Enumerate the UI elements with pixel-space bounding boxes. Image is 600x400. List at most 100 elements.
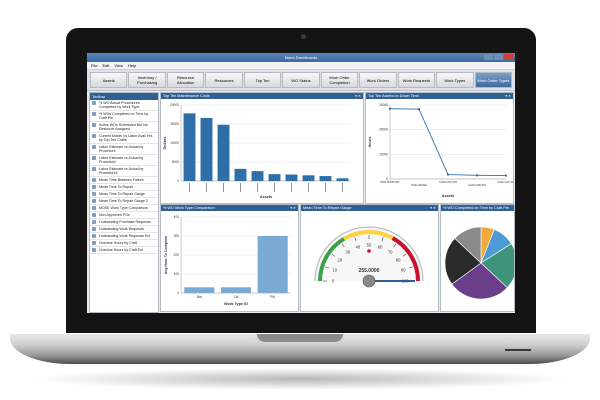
y-axis-label: Dollars — [163, 137, 167, 150]
panel-title: Top Ten Assets on Down Time — [368, 94, 419, 98]
menu-edit[interactable]: Edit — [102, 62, 109, 69]
panel-header: Top Ten Assets on Down Time ▾ ✕ — [366, 93, 513, 99]
gauge-value: 255.0000 — [359, 268, 380, 274]
menu-help[interactable]: Help — [128, 62, 136, 69]
gauge-tick-label: 80 — [396, 257, 401, 262]
laptop-shadow — [30, 368, 570, 390]
tab-assets[interactable]: Assets — [90, 72, 128, 88]
sidebar-item-label: Labor Estimate vs Actual by Procedure — [99, 145, 144, 153]
tab-work-order-completion[interactable]: Work Order Completion — [320, 72, 359, 88]
tab-work-orders[interactable]: Work Orders — [359, 72, 397, 88]
tab-wo-status[interactable]: WO Status — [282, 72, 320, 88]
y-tick-label: 15000 — [170, 122, 179, 126]
sidebar-item[interactable]: Labor Estimate vs Actual by Procedure — [90, 144, 158, 155]
maximize-icon[interactable] — [494, 54, 503, 60]
data-point — [389, 107, 391, 110]
tab-work-types[interactable]: Work Types — [436, 72, 474, 88]
x-tick-label: CHSO-007-025 — [439, 180, 457, 184]
bar — [268, 174, 281, 181]
sidebar-item-label: MOSE Work Type Comparison — [99, 206, 148, 210]
sidebar-item[interactable]: Mean Time To Repair — [90, 184, 158, 191]
x-axis-label: Assets — [260, 195, 272, 199]
x-tick-label: CHSO-006-015 — [468, 183, 486, 187]
sidebar-item[interactable]: Overdue Hours by Craft — [90, 240, 158, 247]
data-point — [505, 174, 507, 177]
panel-menu-icon[interactable]: ▾ ✕ — [505, 93, 511, 99]
laptop-led — [505, 349, 531, 351]
close-icon[interactable] — [504, 54, 513, 60]
x-tick-label: PRD-CRANE — [411, 183, 427, 187]
sidebar-item[interactable]: Mean Time To Repair Gauge 2 — [90, 198, 158, 205]
bar — [184, 287, 215, 293]
chart-pie — [444, 226, 515, 300]
minimize-icon[interactable] — [484, 54, 493, 60]
bar — [200, 117, 213, 181]
chart-downtime: 0100002000030000PRD-PUMP-001PRD-CRANECHS… — [368, 103, 515, 198]
sidebar-item[interactable]: Outstanding Work Requests — [90, 226, 158, 233]
sidebar-item[interactable]: Outstanding Work Requests Ext — [90, 233, 158, 240]
menu-file[interactable]: File — [91, 62, 97, 69]
sidebar-item[interactable]: Labor Estimate vs Actual by Procedure — [90, 155, 158, 166]
chart-icon — [92, 112, 96, 116]
sidebar-item[interactable]: Non Approved POs — [90, 212, 158, 219]
panel-header: % WO Completed on Time by Craft Pie — [441, 205, 514, 211]
panel-menu-icon[interactable]: ▾ ✕ — [355, 93, 361, 99]
laptop-notch — [257, 334, 343, 342]
panel-top-maint-costs: Top Ten Maintenance Costs ▾ ✕ 0 5000 10000… — [160, 92, 364, 204]
sidebar-item[interactable]: Active WOs Scheduled But No Resource Ass… — [90, 122, 158, 133]
tab-resources[interactable]: Resources — [205, 72, 243, 88]
sidebar-item[interactable]: Current Month Vs Labor Avail Hrs by Top … — [90, 133, 158, 144]
sidebar-item[interactable]: Overdue Hours by Craft Ext — [90, 247, 158, 254]
y-axis-label: Avg Hour To Complete — [164, 236, 168, 275]
menu-view[interactable]: View — [114, 62, 123, 69]
y-tick-label: 200 — [174, 253, 180, 257]
sidebar-item-label: Active WOs Scheduled But No Resource Ass… — [99, 123, 148, 131]
chart-icon — [92, 199, 96, 203]
sidebar-item[interactable]: Mean Time To Repair Gauge — [90, 191, 158, 198]
bar — [183, 113, 196, 181]
gauge-tick-label: 20 — [338, 257, 343, 262]
panel-menu-icon[interactable]: ▾ ✕ — [430, 205, 436, 211]
bar — [336, 178, 349, 181]
gauge-tick-label: 10 — [332, 267, 337, 272]
panel-title: Top Ten Maintenance Costs — [163, 94, 210, 98]
laptop-screen: Maint Dashboards File Edit View Help Ass… — [87, 53, 515, 313]
chart-icon — [92, 234, 96, 238]
bar — [319, 176, 332, 181]
gauge-tick-label: 90 — [401, 267, 406, 272]
window-titlebar: Maint Dashboards — [87, 53, 515, 62]
chart-icon — [92, 123, 96, 127]
sidebar-item[interactable]: Outstanding Purchase Requests — [90, 219, 158, 226]
chart-icon — [92, 167, 96, 171]
chart-icon — [92, 241, 96, 245]
dashboard-content: Toolbar % WO Actual Procedures Completed… — [87, 90, 515, 313]
sidebar-item[interactable]: Labor Estimate vs Actual by Procedure2 — [90, 166, 158, 177]
x-tick-label: PM — [270, 295, 275, 299]
bar — [234, 168, 247, 181]
tab-work-order-types[interactable]: Work Order Types — [474, 72, 512, 88]
y-tick-label: 0 — [177, 291, 179, 295]
tab-top-ten[interactable]: Top Ten — [243, 72, 282, 88]
sidebar-item-label: Outstanding Work Requests Ext — [99, 234, 151, 238]
y-tick-label: 300 — [174, 234, 180, 238]
panel-completion-pie: % WO Completed on Time by Craft Pie — [440, 204, 515, 312]
sidebar-item-label: % WO Actual Procedures Completed by Work… — [99, 101, 140, 109]
chart-icon — [92, 185, 96, 189]
tab-work-requests[interactable]: Work Requests — [397, 72, 436, 88]
sidebar-item[interactable]: MOSE Work Type Comparison — [90, 205, 158, 212]
panel-header: Mean Time To Repair Gauge ▾ ✕ — [301, 205, 438, 211]
panel-mttr-gauge: Mean Time To Repair Gauge ▾ ✕ 0 10 20 30 40 5… — [300, 204, 439, 312]
menu-bar: File Edit View Help — [87, 62, 515, 70]
panel-menu-icon[interactable]: ▾ ✕ — [290, 205, 296, 211]
sidebar-item[interactable]: % WOs Completed on Time by Craft Pie — [90, 111, 158, 122]
sidebar-item-label: Mean Time Between Failure — [99, 178, 144, 182]
panel-work-type-compare: % WO Work Type Comparison ▾ ✕ 0 100 200 300… — [160, 204, 299, 312]
tab-inventory-purchasing[interactable]: Inventory / Purchasing — [128, 72, 166, 88]
sidebar-item[interactable]: % WO Actual Procedures Completed by Work… — [90, 100, 158, 111]
sidebar-item[interactable]: Mean Time Between Failure — [90, 177, 158, 184]
gauge-tick-label: 50 — [367, 243, 372, 248]
toolbar-sidebar: Toolbar % WO Actual Procedures Completed… — [89, 92, 159, 313]
tab-resource-allocation[interactable]: Resource Allocation — [166, 72, 205, 88]
bar — [302, 175, 315, 181]
y-tick-label: 0 — [177, 179, 179, 183]
